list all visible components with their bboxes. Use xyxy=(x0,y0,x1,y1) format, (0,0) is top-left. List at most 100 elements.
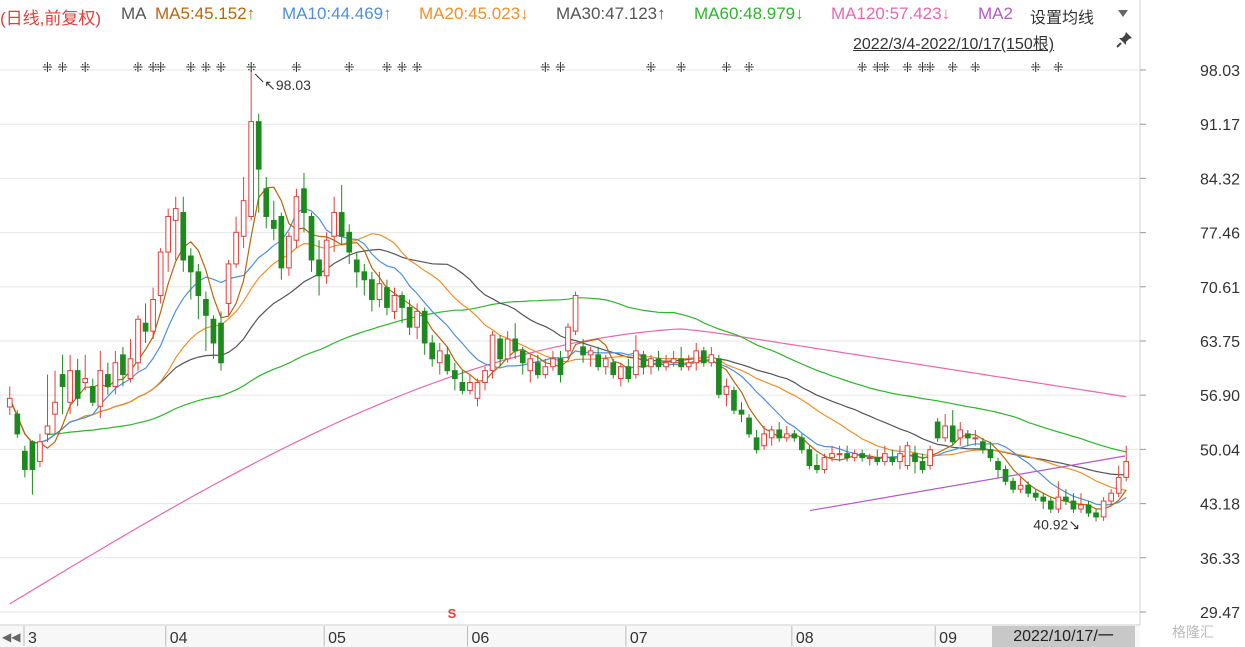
candle-body xyxy=(248,121,255,217)
candle-body xyxy=(120,354,126,376)
candle-body xyxy=(165,215,172,253)
candle xyxy=(270,200,277,241)
candle-body xyxy=(949,425,956,443)
candle-body xyxy=(74,370,81,399)
candle xyxy=(467,374,473,395)
candle xyxy=(1047,497,1054,513)
candle xyxy=(753,429,760,454)
candlestick-chart[interactable]: ⁜ ⁜ ⁜ ⁜ ⁜⁜ ⁜ ⁜ ⁜ ⁜ ⁜ ⁜ ⁜ ⁜ ⁜ ⁜ ⁜ ⁜ ⁜ ⁜ ⁜ ⁜ ⁜⁜ ⁜ ⁜⁜ ⁜ ⁜ ⁜ ⁜S ↖98.034… xyxy=(0,0,1245,647)
candle-body xyxy=(497,338,503,360)
candle-body xyxy=(806,449,813,467)
candle xyxy=(595,346,602,371)
candle-body xyxy=(700,350,707,364)
candle-body xyxy=(912,453,918,463)
candle xyxy=(1108,489,1114,506)
candle-body xyxy=(376,283,383,300)
candle xyxy=(22,445,28,478)
event-marker-icon: ⁜ xyxy=(80,61,91,76)
candle-body xyxy=(1017,484,1024,490)
candle-body xyxy=(452,370,458,380)
event-marker-icon: ⁜ xyxy=(676,61,687,76)
candle-body xyxy=(934,421,941,439)
watermark: 格隆汇 xyxy=(1172,624,1214,640)
candle-body xyxy=(799,437,805,451)
candle-body xyxy=(218,322,224,364)
candle-body xyxy=(414,310,420,328)
candle xyxy=(708,346,715,367)
candle-body xyxy=(753,437,760,451)
candle-body xyxy=(233,231,239,265)
event-marker-icon: ⁜ xyxy=(412,61,423,76)
candle-body xyxy=(316,259,322,277)
candle xyxy=(301,173,307,233)
candle-body xyxy=(384,287,390,308)
candle-body xyxy=(278,215,285,269)
candle-body xyxy=(723,385,730,395)
ma60-line xyxy=(47,297,1127,453)
candle-body xyxy=(89,385,96,403)
candle-body xyxy=(663,362,669,368)
candle xyxy=(995,457,1001,478)
candle-body xyxy=(157,251,164,297)
price-tick-label: 98.03 xyxy=(1200,63,1240,80)
candle xyxy=(263,176,270,229)
candle xyxy=(678,346,684,371)
candle-body xyxy=(678,358,684,368)
candle-body xyxy=(338,212,345,237)
candle-body xyxy=(361,271,368,281)
candle-body xyxy=(897,453,903,463)
candle-body xyxy=(814,465,820,470)
candle xyxy=(512,323,519,359)
ma120-line xyxy=(9,328,1127,605)
candle xyxy=(806,445,813,470)
candle xyxy=(135,315,141,371)
candle xyxy=(746,414,752,438)
candle xyxy=(716,354,722,399)
candle xyxy=(964,429,971,446)
event-marker-icon: ⁜ xyxy=(970,61,981,76)
candle xyxy=(949,410,956,446)
candle xyxy=(6,386,13,415)
month-tick-label: 06 xyxy=(471,630,489,647)
high-price-label: ↖98.03 xyxy=(264,77,311,93)
candle xyxy=(286,232,292,276)
low-price-label: 40.92↘ xyxy=(1033,516,1080,532)
price-axis: 98.03 91.17 84.32 77.46 70.61 63.75 56.90 50.04… xyxy=(1140,63,1240,622)
candle-body xyxy=(648,358,654,368)
candle xyxy=(331,196,337,253)
candle-body xyxy=(685,362,692,368)
scroll-left-icon: ◀◀ xyxy=(2,630,21,644)
candle xyxy=(519,346,526,375)
candle xyxy=(663,354,669,371)
candle-body xyxy=(866,457,873,460)
candle xyxy=(120,346,126,387)
candle-body xyxy=(203,298,209,316)
candle-body xyxy=(97,370,104,407)
candle xyxy=(1070,493,1077,513)
event-marker-icon: ⁜ xyxy=(133,61,144,76)
candle-body xyxy=(1108,492,1114,502)
candle-body xyxy=(127,358,134,380)
candle xyxy=(617,362,624,387)
candle xyxy=(934,418,941,442)
candle xyxy=(97,350,104,419)
candle xyxy=(1032,489,1039,502)
candle-body xyxy=(436,350,443,364)
candle-body xyxy=(617,366,624,380)
candle-body xyxy=(37,441,43,463)
candle-body xyxy=(429,342,436,360)
candle xyxy=(504,331,511,363)
candle-body xyxy=(957,429,964,439)
candle-body xyxy=(519,350,526,364)
month-tick-label: 3 xyxy=(28,630,37,647)
candle xyxy=(731,386,737,415)
candle-body xyxy=(44,425,51,435)
candle-body xyxy=(768,429,775,439)
candle-body xyxy=(59,374,66,387)
high-arrow xyxy=(254,73,264,83)
candle xyxy=(172,196,179,260)
candle-body xyxy=(851,453,858,459)
candle-body xyxy=(504,338,511,360)
candle-body xyxy=(1010,480,1016,490)
candle xyxy=(1100,497,1107,521)
